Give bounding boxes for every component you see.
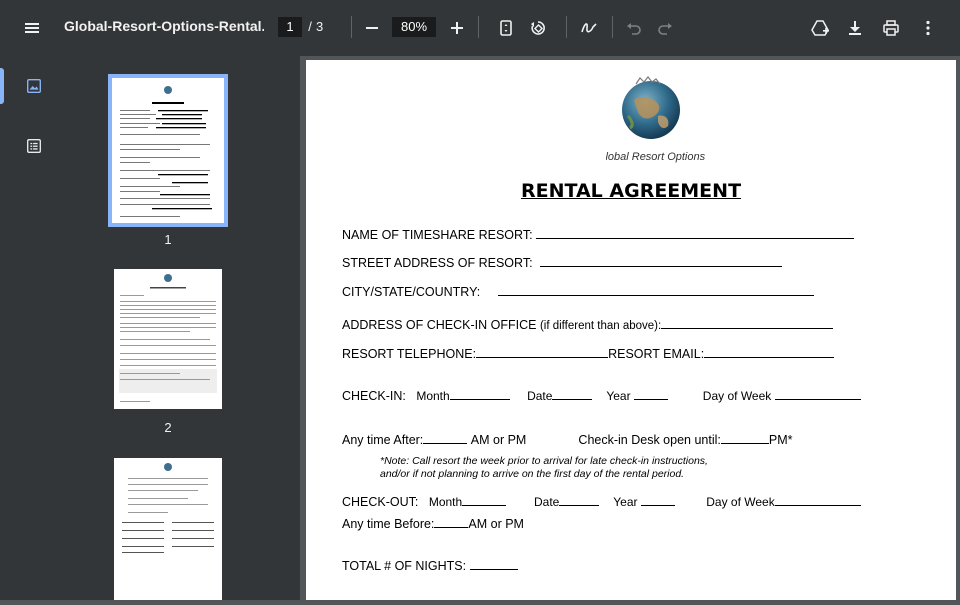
- document-heading: RENTAL AGREEMENT: [520, 180, 742, 202]
- page-separator: /: [308, 19, 312, 34]
- annotate-icon[interactable]: [575, 14, 603, 42]
- active-indicator: [0, 68, 4, 104]
- pdf-toolbar: Global-Resort-Options-Rental... 1 / 3 80…: [0, 0, 960, 56]
- street-address-field: STREET ADDRESS OF RESORT:: [342, 256, 782, 270]
- fit-page-icon[interactable]: [492, 14, 520, 42]
- print-icon[interactable]: [877, 14, 905, 42]
- page-thumbnail-1[interactable]: [108, 74, 228, 227]
- outline-view-icon[interactable]: [22, 134, 46, 158]
- toolbar-divider: [612, 16, 613, 38]
- document-title: Global-Resort-Options-Rental...: [64, 18, 264, 34]
- page-number-input[interactable]: 1: [278, 17, 302, 37]
- zoom-out-icon[interactable]: [358, 14, 386, 42]
- page-total: 3: [316, 19, 324, 34]
- checkin-time-row: Any time After: AM or PM Check-in Desk o…: [342, 433, 793, 447]
- thumbnails-view-icon[interactable]: [22, 74, 46, 98]
- global-resort-options-logo: Global Resort Options: [597, 76, 706, 166]
- late-checkin-note: *Note: Call resort the week prior to arr…: [380, 455, 708, 480]
- total-nights-row: TOTAL # OF NIGHTS:: [342, 559, 518, 573]
- more-icon[interactable]: [914, 14, 942, 42]
- undo-icon[interactable]: [620, 14, 648, 42]
- toolbar-divider: [351, 16, 352, 38]
- toolbar-divider: [566, 16, 567, 38]
- page-thumbnail-2[interactable]: [114, 269, 222, 409]
- checkout-time-row: Any time Before: AM or PM: [342, 517, 524, 531]
- thumbnail-sidebar: 1 2: [0, 56, 300, 600]
- zoom-in-icon[interactable]: [443, 14, 471, 42]
- checkin-row: CHECK-IN: Month Date Year Day of Week: [342, 389, 861, 403]
- pdf-page-1: Global Resort Options RENTAL AGREEMENT N…: [306, 60, 956, 600]
- resort-name-field: NAME OF TIMESHARE RESORT:: [342, 228, 855, 242]
- thumbnail-label: 1: [164, 232, 172, 247]
- logo-text: Global Resort Options: [606, 151, 706, 163]
- document-viewer[interactable]: Global Resort Options RENTAL AGREEMENT N…: [300, 56, 960, 600]
- redo-icon[interactable]: [651, 14, 679, 42]
- thumbnail-label: 2: [164, 420, 172, 435]
- toolbar-divider: [478, 16, 479, 38]
- rotate-icon[interactable]: [524, 14, 552, 42]
- zoom-input[interactable]: 80%: [392, 17, 436, 37]
- drive-icon[interactable]: [806, 14, 834, 42]
- menu-icon[interactable]: [18, 14, 46, 42]
- checkout-row: CHECK-OUT: Month Date Year Day of Week: [342, 495, 861, 509]
- checkin-office-field: ADDRESS OF CHECK-IN OFFICE (if different…: [342, 318, 834, 332]
- download-icon[interactable]: [841, 14, 869, 42]
- page-thumbnail-3[interactable]: [114, 458, 222, 600]
- city-field: CITY/STATE/COUNTRY:: [342, 285, 814, 299]
- telephone-email-field: RESORT TELEPHONE: RESORT EMAIL:: [342, 347, 835, 361]
